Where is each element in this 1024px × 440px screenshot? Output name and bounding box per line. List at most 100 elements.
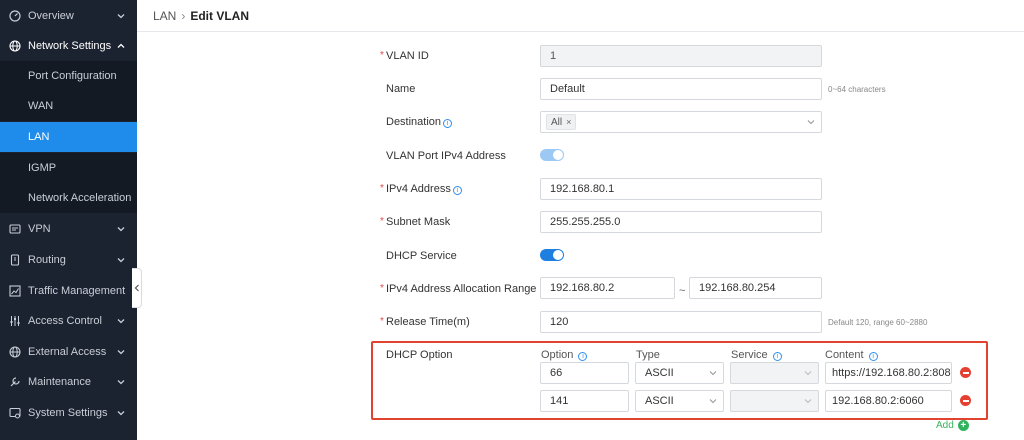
- info-icon[interactable]: i: [452, 186, 462, 195]
- vlan-port-ipv4-toggle[interactable]: [540, 149, 564, 161]
- dhcp-option-service-select: [730, 390, 819, 412]
- destination-tag: All ×: [546, 114, 577, 130]
- column-header-option-text: Option: [541, 349, 574, 361]
- dhcp-option-content-input[interactable]: 192.168.80.2:6060: [825, 390, 952, 412]
- sidebar-subitem-lan[interactable]: LAN: [0, 122, 137, 152]
- vlan-port-ipv4-label: VLAN Port IPv4 Address: [386, 150, 506, 162]
- sidebar-subitem-label: Port Configuration: [28, 70, 117, 82]
- info-icon[interactable]: i: [578, 352, 588, 361]
- traffic-icon: [9, 284, 21, 297]
- sidebar-item-label: Access Control: [28, 314, 102, 327]
- dhcp-option-type-select[interactable]: ASCII: [635, 362, 724, 384]
- sidebar-subitem-label: WAN: [28, 100, 54, 112]
- ipv4-address-input[interactable]: 192.168.80.1: [540, 178, 822, 200]
- column-header-service: Service i: [731, 349, 782, 361]
- vlan-id-label: * VLAN ID: [380, 50, 429, 62]
- name-hint: 0~64 characters: [828, 85, 886, 94]
- release-time-hint: Default 120, range 60~2880: [828, 318, 928, 327]
- toggle-knob: [553, 150, 563, 160]
- name-input[interactable]: Default: [540, 78, 822, 100]
- dhcp-option-code-input[interactable]: 66: [540, 362, 629, 384]
- globe-icon: [9, 39, 21, 52]
- sliders-icon: [9, 315, 21, 327]
- sidebar-item-label: VPN: [28, 222, 51, 235]
- destination-label: Destination i: [386, 116, 453, 128]
- breadcrumb-parent[interactable]: LAN: [153, 9, 176, 23]
- chevron-down-icon: [125, 290, 126, 291]
- column-header-option: Option i: [541, 349, 588, 361]
- sidebar-item-routing[interactable]: Routing: [0, 244, 137, 275]
- dhcp-option-type-value: ASCII: [645, 367, 674, 379]
- sidebar-item-vpn[interactable]: VPN: [0, 213, 137, 244]
- toggle-knob: [553, 250, 563, 260]
- remove-row-button[interactable]: [960, 367, 971, 378]
- dhcp-option-label: DHCP Option: [386, 349, 453, 361]
- breadcrumb-separator: ›: [181, 8, 186, 23]
- release-time-input[interactable]: 120: [540, 311, 822, 333]
- add-option-button[interactable]: Add +: [936, 420, 969, 431]
- chevron-down-icon: [117, 257, 125, 262]
- sidebar-subitem-port-configuration[interactable]: Port Configuration: [0, 61, 137, 91]
- dhcp-option-service-select: [730, 362, 819, 384]
- sidebar-item-network-settings[interactable]: Network Settings: [0, 30, 137, 61]
- name-label: Name: [386, 83, 416, 95]
- chevron-left-icon: [134, 284, 139, 292]
- column-header-type: Type: [636, 349, 660, 361]
- sidebar-item-maintenance[interactable]: Maintenance: [0, 366, 137, 397]
- sidebar-collapse-button[interactable]: [132, 268, 142, 308]
- info-icon[interactable]: i: [868, 352, 878, 361]
- release-time-label: * Release Time(m): [380, 316, 470, 328]
- sidebar-subitem-wan[interactable]: WAN: [0, 91, 137, 121]
- add-option-label: Add: [936, 420, 954, 431]
- sidebar-item-label: Traffic Management: [28, 284, 126, 297]
- sidebar-item-overview[interactable]: Overview: [0, 0, 137, 31]
- sidebar-item-traffic-management[interactable]: Traffic Management: [0, 275, 137, 306]
- dhcp-option-type-value: ASCII: [645, 395, 674, 407]
- sidebar-subitem-igmp[interactable]: IGMP: [0, 153, 137, 183]
- subnet-mask-input[interactable]: 255.255.255.0: [540, 211, 822, 233]
- sidebar-item-label: Overview: [28, 9, 74, 22]
- allocation-range-label: * IPv4 Address Allocation Range: [380, 283, 537, 295]
- destination-label-text: Destination: [386, 116, 442, 128]
- allocation-end-input[interactable]: 192.168.80.254: [689, 277, 822, 299]
- chevron-down-icon: [117, 349, 125, 354]
- remove-row-button[interactable]: [960, 395, 971, 406]
- sidebar-item-access-control[interactable]: Access Control: [0, 305, 137, 336]
- dhcp-option-code-input[interactable]: 141: [540, 390, 629, 412]
- chevron-down-icon: [804, 371, 812, 376]
- sidebar-subitem-label: LAN: [28, 131, 50, 143]
- sidebar-item-label: System Settings: [28, 406, 108, 419]
- subnet-mask-label-text: Subnet Mask: [386, 216, 451, 228]
- sidebar-subitem-label: Network Acceleration: [28, 192, 132, 204]
- chevron-down-icon: [117, 13, 125, 18]
- chevron-down-icon: [807, 120, 815, 125]
- column-header-content-text: Content: [825, 349, 864, 361]
- dhcp-service-toggle[interactable]: [540, 249, 564, 261]
- chevron-down-icon: [117, 318, 125, 323]
- chevron-up-icon: [117, 43, 125, 48]
- sidebar-item-system-settings[interactable]: System Settings: [0, 397, 137, 428]
- tag-remove-icon[interactable]: ×: [566, 117, 571, 127]
- sidebar-item-label: External Access: [28, 345, 107, 358]
- chevron-down-icon: [117, 226, 125, 231]
- dhcp-option-type-select[interactable]: ASCII: [635, 390, 724, 412]
- chevron-down-icon: [709, 399, 717, 404]
- sidebar-item-external-access[interactable]: External Access: [0, 336, 137, 367]
- info-icon[interactable]: i: [772, 352, 782, 361]
- allocation-start-input[interactable]: 192.168.80.2: [540, 277, 675, 299]
- range-separator: ~: [679, 285, 686, 297]
- globe-icon: [9, 345, 21, 358]
- sidebar-subitem-network-acceleration[interactable]: Network Acceleration: [0, 183, 137, 213]
- destination-select[interactable]: All ×: [540, 111, 822, 133]
- chevron-down-icon: [804, 399, 812, 404]
- allocation-range-label-text: IPv4 Address Allocation Range: [386, 283, 537, 295]
- app: Overview Network Settings Port Configura…: [0, 0, 1024, 440]
- dhcp-option-content-input[interactable]: https://192.168.80.2:8089/u: [825, 362, 952, 384]
- required-mark: *: [380, 50, 384, 61]
- plus-icon: +: [957, 420, 969, 431]
- page-title: Edit VLAN: [190, 8, 250, 23]
- sidebar: Overview Network Settings Port Configura…: [0, 0, 137, 440]
- info-icon[interactable]: i: [443, 119, 453, 128]
- settings-icon: [9, 407, 21, 419]
- routing-icon: [9, 253, 21, 266]
